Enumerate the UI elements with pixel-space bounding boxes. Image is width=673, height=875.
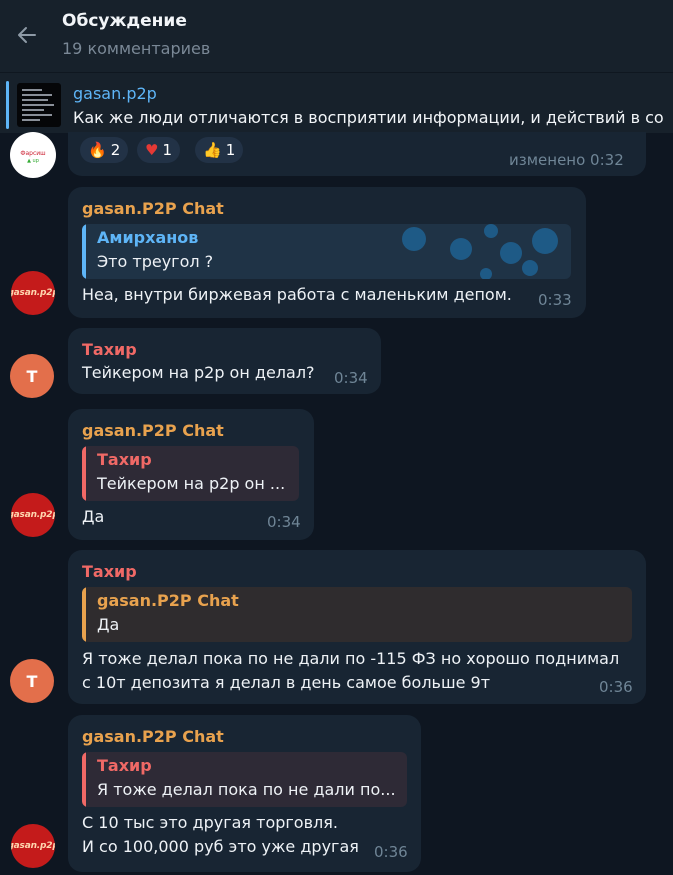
- reaction-heart[interactable]: ♥ 1: [137, 137, 180, 163]
- message-bubble[interactable]: Тахир Тейкером на p2p он делал? 0:34: [68, 328, 381, 394]
- heart-icon: ♥: [145, 141, 159, 159]
- reply-author: Амирханов: [97, 228, 199, 247]
- reply-preview[interactable]: Тахир Я тоже делал пока по не дали по...: [82, 752, 407, 807]
- reply-accent-bar: [82, 446, 86, 501]
- fire-icon: 🔥: [88, 141, 107, 159]
- message-time: 0:33: [538, 291, 572, 309]
- sender-name[interactable]: Тахир: [82, 562, 137, 581]
- chat-header: Обсуждение 19 комментариев: [0, 0, 673, 72]
- message-time: 0:34: [334, 369, 368, 387]
- reply-text: Это треугол ?: [97, 252, 214, 271]
- avatar[interactable]: Фарсиш ▲ up: [10, 132, 56, 178]
- message-text: И со 100,000 руб это уже другая: [82, 837, 359, 856]
- message-list: Фарсиш ▲ up 🔥 2 ♥ 1 👍 1 изменено 0:32 ga…: [0, 132, 673, 875]
- sender-name[interactable]: gasan.P2P Chat: [82, 199, 224, 218]
- avatar[interactable]: gasan.p2p: [11, 271, 55, 315]
- reply-author: Тахир: [97, 756, 152, 775]
- comment-count: 19 комментариев: [62, 39, 211, 58]
- svg-text:▲ up: ▲ up: [27, 158, 39, 164]
- reply-author: gasan.P2P Chat: [97, 591, 239, 610]
- post-thumbnail: [17, 83, 61, 127]
- avatar[interactable]: gasan.p2p: [11, 493, 55, 537]
- avatar[interactable]: gasan.p2p: [11, 824, 55, 868]
- pinned-accent-bar: [6, 81, 9, 129]
- reply-preview[interactable]: gasan.P2P Chat Да: [82, 587, 632, 642]
- reply-accent-bar: [82, 587, 86, 642]
- reply-text: Я тоже делал пока по не дали по...: [97, 780, 396, 799]
- avatar-logo-text: gasan.p2p: [11, 841, 55, 851]
- avatar-logo-text: gasan.p2p: [11, 288, 55, 298]
- message-text: Тейкером на p2p он делал?: [82, 363, 315, 382]
- message-time: 0:36: [599, 678, 633, 696]
- message-time: 0:36: [374, 843, 408, 861]
- reply-author: Тахир: [97, 450, 152, 469]
- reaction-count: 2: [110, 141, 121, 159]
- back-button[interactable]: [10, 18, 44, 52]
- message-bubble[interactable]: gasan.P2P Chat Амирханов Это треугол ? Н…: [68, 187, 586, 318]
- reaction-count: 1: [225, 141, 236, 159]
- message-bubble[interactable]: Тахир gasan.P2P Chat Да Я тоже делал пок…: [68, 550, 646, 704]
- avatar-logo-text: gasan.p2p: [11, 510, 55, 520]
- avatar[interactable]: T: [10, 659, 54, 703]
- sender-name[interactable]: gasan.P2P Chat: [82, 421, 224, 440]
- reply-preview[interactable]: Амирханов Это треугол ?: [82, 224, 571, 279]
- message-text: с 10т депозита я делал в день самое боль…: [82, 673, 491, 692]
- decorative-disc: [522, 260, 538, 276]
- message-bubble[interactable]: gasan.P2P Chat Тахир Я тоже делал пока п…: [68, 715, 421, 872]
- message-time: 0:34: [267, 513, 301, 531]
- thumbs-up-icon: 👍: [203, 141, 222, 159]
- svg-text:Фарсиш: Фарсиш: [20, 150, 45, 157]
- reply-accent-bar: [82, 224, 86, 279]
- reply-accent-bar: [82, 752, 86, 807]
- message-text: Да: [82, 507, 105, 526]
- page-title: Обсуждение: [62, 11, 187, 31]
- sender-name[interactable]: Тахир: [82, 340, 137, 359]
- decorative-disc: [532, 228, 558, 254]
- message-bubble[interactable]: gasan.P2P Chat Тахир Тейкером на p2p он …: [68, 409, 314, 540]
- message-text: Я тоже делал пока по не дали по -115 ФЗ …: [82, 649, 620, 668]
- channel-logo-icon: Фарсиш ▲ up: [20, 150, 45, 164]
- avatar[interactable]: T: [10, 354, 54, 398]
- reaction-count: 1: [162, 141, 172, 159]
- edited-timestamp: изменено 0:32: [509, 151, 624, 169]
- reply-preview[interactable]: Тахир Тейкером на p2p он ...: [82, 446, 299, 501]
- reply-text: Да: [97, 615, 120, 634]
- arrow-left-icon: [18, 27, 36, 43]
- decorative-disc: [500, 242, 522, 264]
- pinned-channel-name: gasan.p2p: [73, 84, 157, 103]
- pinned-post-text: Как же люди отличаются в восприятии инфо…: [73, 108, 664, 127]
- decorative-disc: [450, 238, 472, 260]
- reply-text: Тейкером на p2p он ...: [97, 474, 286, 493]
- decorative-disc: [402, 227, 426, 251]
- decorative-disc: [484, 224, 498, 238]
- message-text: С 10 тыс это другая торговля.: [82, 813, 338, 832]
- sender-name[interactable]: gasan.P2P Chat: [82, 727, 224, 746]
- reaction-fire[interactable]: 🔥 2: [80, 137, 129, 163]
- reaction-thumbs-up[interactable]: 👍 1: [195, 137, 244, 163]
- decorative-disc: [480, 268, 492, 279]
- pinned-post[interactable]: gasan.p2p Как же люди отличаются в воспр…: [0, 72, 673, 133]
- message-text: Неа, внутри биржевая работа с маленьким …: [82, 285, 512, 304]
